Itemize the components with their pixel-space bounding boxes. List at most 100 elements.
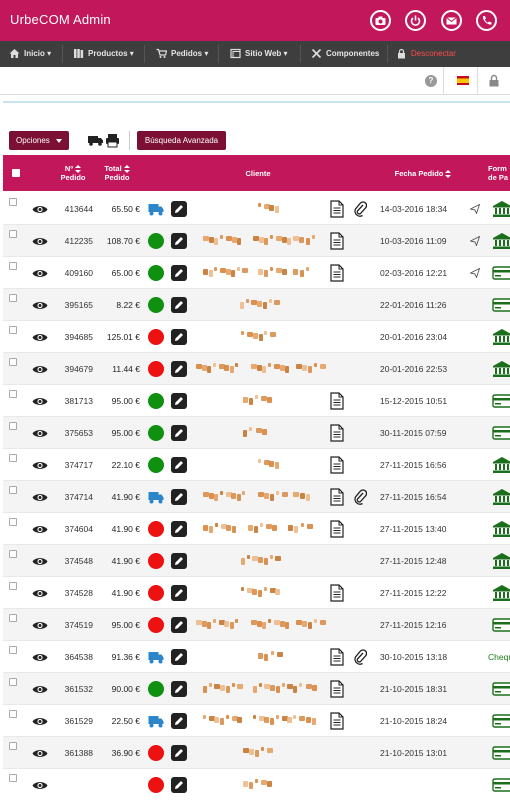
edit-icon[interactable] (171, 617, 187, 633)
edit-icon[interactable] (171, 425, 187, 441)
edit-icon[interactable] (171, 329, 187, 345)
order-number[interactable]: 395165 (53, 300, 93, 310)
row-checkbox[interactable] (9, 550, 17, 558)
document-icon[interactable] (330, 456, 344, 474)
nav-item-pedidos[interactable]: Pedidos ▾ (156, 41, 216, 67)
order-number[interactable]: 361529 (53, 716, 93, 726)
eye-icon[interactable] (32, 268, 48, 279)
edit-icon[interactable] (171, 713, 187, 729)
paperclip-icon[interactable] (353, 200, 367, 218)
edit-icon[interactable] (171, 777, 187, 793)
order-number[interactable]: 374528 (53, 588, 93, 598)
order-number[interactable]: 361388 (53, 748, 93, 758)
table-row[interactable]: 374548 41.90 € 27-11-2015 12:48 (3, 545, 510, 577)
edit-icon[interactable] (171, 393, 187, 409)
edit-icon[interactable] (171, 649, 187, 665)
lock-icon[interactable] (488, 74, 500, 87)
order-number[interactable]: 413644 (53, 204, 93, 214)
header-order-total[interactable]: Total Pedido (96, 164, 138, 182)
eye-icon[interactable] (32, 556, 48, 567)
header-client[interactable]: Cliente (228, 169, 288, 178)
eye-icon[interactable] (32, 204, 48, 215)
table-row[interactable]: 374604 41.90 € 27-11-2015 13:40 (3, 513, 510, 545)
header-order-number[interactable]: Nº Pedido (55, 164, 91, 182)
edit-icon[interactable] (171, 265, 187, 281)
row-checkbox[interactable] (9, 774, 17, 782)
eye-icon[interactable] (32, 460, 48, 471)
edit-icon[interactable] (171, 585, 187, 601)
order-number[interactable]: 374717 (53, 460, 93, 470)
row-checkbox[interactable] (9, 198, 17, 206)
document-icon[interactable] (330, 424, 344, 442)
paperclip-icon[interactable] (353, 648, 367, 666)
eye-icon[interactable] (32, 620, 48, 631)
edit-icon[interactable] (171, 489, 187, 505)
order-number[interactable]: 394685 (53, 332, 93, 342)
table-row[interactable]: 381713 95.00 € 15-12-2015 10:51 (3, 385, 510, 417)
select-all-checkbox[interactable] (12, 169, 20, 177)
order-number[interactable]: 374604 (53, 524, 93, 534)
edit-icon[interactable] (171, 361, 187, 377)
table-row[interactable]: 374717 22.10 € 27-11-2015 16:56 (3, 449, 510, 481)
nav-item-sitio-web[interactable]: Sitio Web ▾ (230, 41, 298, 67)
eye-icon[interactable] (32, 684, 48, 695)
table-row[interactable]: 412235 108.70 € 10-03-2016 11:09 (3, 225, 510, 257)
table-row[interactable]: 364538 91.36 € 30-10-2015 13:18 Chequ (3, 641, 510, 673)
edit-icon[interactable] (171, 201, 187, 217)
row-checkbox[interactable] (9, 678, 17, 686)
table-row[interactable]: 394685 125.01 € 20-01-2016 23:04 (3, 321, 510, 353)
header-payment-method[interactable]: Form de Pa (488, 164, 510, 182)
spanish-flag-icon[interactable] (457, 76, 469, 85)
order-number[interactable]: 361532 (53, 684, 93, 694)
row-checkbox[interactable] (9, 454, 17, 462)
power-icon[interactable] (405, 10, 426, 31)
table-row[interactable]: 409160 65.00 € 02-03-2016 12:21 (3, 257, 510, 289)
edit-icon[interactable] (171, 457, 187, 473)
nav-item-productos[interactable]: Productos ▾ (73, 41, 143, 67)
order-number[interactable]: 409160 (53, 268, 93, 278)
mail-icon[interactable] (441, 10, 462, 31)
order-number[interactable]: 381713 (53, 396, 93, 406)
advanced-search-button[interactable]: Búsqueda Avanzada (137, 131, 226, 150)
document-icon[interactable] (330, 200, 344, 218)
eye-icon[interactable] (32, 748, 48, 759)
eye-icon[interactable] (32, 364, 48, 375)
phone-icon[interactable] (476, 10, 497, 31)
table-row[interactable]: 374519 95.00 € 27-11-2015 12:16 (3, 609, 510, 641)
eye-icon[interactable] (32, 524, 48, 535)
table-row[interactable] (3, 769, 510, 800)
row-checkbox[interactable] (9, 262, 17, 270)
order-number[interactable]: 374519 (53, 620, 93, 630)
document-icon[interactable] (330, 584, 344, 602)
document-icon[interactable] (330, 520, 344, 538)
table-row[interactable]: 361529 22.50 € 21-10-2015 18:24 (3, 705, 510, 737)
row-checkbox[interactable] (9, 582, 17, 590)
row-checkbox[interactable] (9, 646, 17, 654)
table-row[interactable]: 361532 90.00 € 21-10-2015 18:31 (3, 673, 510, 705)
table-row[interactable]: 375653 95.00 € 30-11-2015 07:59 (3, 417, 510, 449)
eye-icon[interactable] (32, 300, 48, 311)
eye-icon[interactable] (32, 332, 48, 343)
row-checkbox[interactable] (9, 614, 17, 622)
document-icon[interactable] (330, 648, 344, 666)
edit-icon[interactable] (171, 521, 187, 537)
row-checkbox[interactable] (9, 710, 17, 718)
row-checkbox[interactable] (9, 390, 17, 398)
row-checkbox[interactable] (9, 518, 17, 526)
truck-printer-icon[interactable] (88, 132, 122, 148)
paperclip-icon[interactable] (353, 488, 367, 506)
eye-icon[interactable] (32, 492, 48, 503)
order-number[interactable]: 364538 (53, 652, 93, 662)
table-row[interactable]: 413644 65.50 € 14-03-2016 18:34 (3, 193, 510, 225)
row-checkbox[interactable] (9, 422, 17, 430)
edit-icon[interactable] (171, 233, 187, 249)
order-number[interactable]: 412235 (53, 236, 93, 246)
row-checkbox[interactable] (9, 230, 17, 238)
edit-icon[interactable] (171, 745, 187, 761)
document-icon[interactable] (330, 680, 344, 698)
document-icon[interactable] (330, 264, 344, 282)
options-button[interactable]: Opciones (9, 131, 69, 150)
eye-icon[interactable] (32, 236, 48, 247)
edit-icon[interactable] (171, 681, 187, 697)
nav-item-desconectar[interactable]: Desconectar (396, 41, 466, 67)
